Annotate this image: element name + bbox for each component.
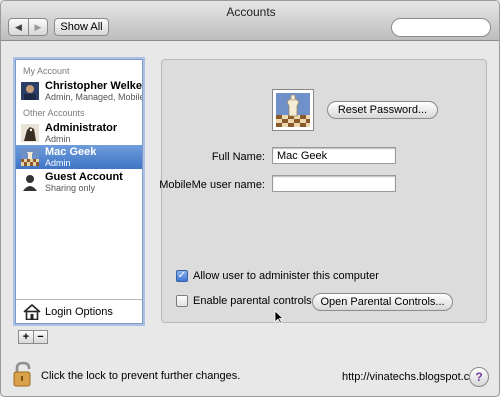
parental-controls-checkbox[interactable]	[176, 295, 188, 307]
chess-icon	[276, 93, 310, 127]
other-accounts-header: Other Accounts	[23, 108, 85, 118]
account-role: Sharing only	[45, 183, 96, 193]
account-name: Christopher Welker	[45, 80, 143, 92]
accounts-window: Accounts ◀ ▶ Show All My Account Christo…	[0, 0, 500, 397]
login-options-label: Login Options	[45, 306, 113, 318]
account-name: Mac Geek	[45, 146, 97, 158]
account-guest[interactable]: Guest Account Sharing only	[16, 170, 142, 194]
watermark-text: http://vinatechs.blogspot.com	[342, 371, 485, 383]
account-christopher-welker[interactable]: Christopher Welker Admin, Managed, Mobil…	[16, 79, 143, 103]
add-account-button[interactable]: +	[19, 331, 33, 343]
forward-button[interactable]: ▶	[28, 19, 47, 35]
mobileme-field[interactable]	[272, 175, 396, 192]
nav-back-forward: ◀ ▶	[8, 18, 48, 36]
account-mac-geek[interactable]: Mac Geek Admin	[16, 145, 142, 169]
add-remove-buttons: + −	[18, 330, 48, 344]
mobileme-label: MobileMe user name:	[159, 179, 265, 191]
allow-admin-row[interactable]: ✓ Allow user to administer this computer	[176, 270, 379, 282]
full-name-field[interactable]: Mac Geek	[272, 147, 396, 164]
account-role: Admin	[45, 158, 71, 168]
search-field[interactable]	[391, 18, 491, 37]
lock-icon[interactable]	[11, 361, 35, 387]
window-title: Accounts	[226, 5, 276, 19]
guest-silhouette-icon	[21, 173, 39, 191]
mouse-pointer-icon	[274, 310, 285, 324]
parental-controls-label: Enable parental controls	[193, 295, 312, 307]
reset-password-button[interactable]: Reset Password...	[327, 101, 438, 119]
avatar	[21, 148, 39, 166]
help-button[interactable]: ?	[469, 367, 489, 387]
account-role: Admin, Managed, Mobile	[45, 92, 143, 102]
avatar	[21, 124, 39, 142]
open-parental-controls-button[interactable]: Open Parental Controls...	[312, 293, 453, 311]
remove-account-button[interactable]: −	[33, 331, 47, 343]
allow-admin-label: Allow user to administer this computer	[193, 270, 379, 282]
lock-message: Click the lock to prevent further change…	[41, 370, 241, 382]
title-bar: Accounts ◀ ▶ Show All	[1, 1, 499, 41]
account-name: Guest Account	[45, 171, 123, 183]
parental-controls-row[interactable]: Enable parental controls	[176, 295, 312, 307]
user-picture[interactable]	[272, 89, 314, 131]
house-icon	[23, 303, 41, 321]
allow-admin-checkbox[interactable]: ✓	[176, 270, 188, 282]
avatar	[21, 82, 39, 100]
my-account-header: My Account	[23, 66, 70, 76]
account-administrator[interactable]: Administrator Admin	[16, 121, 142, 145]
accounts-list: My Account Christopher Welker Admin, Man…	[15, 59, 143, 324]
account-name: Administrator	[45, 122, 118, 134]
back-button[interactable]: ◀	[9, 19, 28, 35]
full-name-label: Full Name:	[211, 151, 265, 163]
login-options-item[interactable]: Login Options	[16, 299, 142, 323]
account-role: Admin	[45, 134, 71, 144]
show-all-button[interactable]: Show All	[54, 18, 109, 36]
